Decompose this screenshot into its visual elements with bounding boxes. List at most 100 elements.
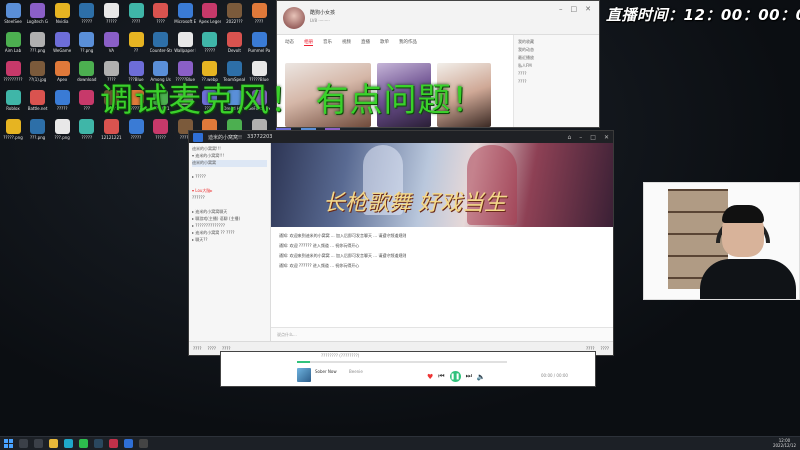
channel-item[interactable]: ▾ 迪米的小窝窝!!! [192, 153, 267, 160]
side-menu-item[interactable]: 我的动态 [518, 47, 595, 55]
channel-item[interactable]: ▸ ????? [192, 174, 267, 181]
music-tab[interactable]: 相册 [304, 39, 313, 46]
desktop-icon[interactable]: ????? [51, 89, 73, 118]
desktop-icon[interactable]: Roblox [2, 89, 24, 118]
music-app-icon[interactable] [109, 439, 118, 448]
event-banner[interactable]: 长枪歌舞 好戏当生 [271, 143, 613, 227]
desktop-icon[interactable]: ???? [248, 2, 270, 31]
explorer-icon[interactable] [49, 439, 58, 448]
desktop-icon[interactable]: ???? [150, 2, 172, 31]
music-tab[interactable]: 我的作品 [399, 39, 417, 46]
desktop-icon[interactable]: ???.png [51, 118, 73, 147]
channel-item[interactable]: ▸ 迪米的小窝窝 ?? ???? [192, 230, 267, 237]
desktop-icon[interactable]: ????? [76, 2, 98, 31]
channel-item[interactable]: ?????? [192, 195, 267, 202]
search-icon[interactable] [19, 439, 28, 448]
voice-chat-window[interactable]: 迪米的小窝窝!! 33772203 ⌂ – □ ✕ 迪米的小窝窝!!! ▾ 迪米的… [188, 130, 614, 356]
desktop-icon[interactable]: 12121221 [100, 118, 122, 147]
desktop-icon[interactable]: VA [100, 31, 122, 60]
desktop-icon[interactable]: Wallpaper Engine [174, 31, 196, 60]
previous-icon[interactable]: ⏮ [438, 372, 444, 381]
desktop-icon[interactable]: ????? [199, 31, 221, 60]
desktop-icon[interactable]: Counter-Strike Global Off [150, 31, 172, 60]
home-icon[interactable]: ⌂ [567, 134, 571, 141]
desktop-icon[interactable]: ????? [100, 2, 122, 31]
desktop-icon[interactable]: SteelSee [2, 2, 24, 31]
taskview-icon[interactable] [34, 439, 43, 448]
desktop-icon[interactable]: Devolt [223, 31, 245, 60]
edge-icon[interactable] [64, 439, 73, 448]
channel-item[interactable]: 迪米的小窝窝!!! [192, 146, 267, 153]
toolbar-button[interactable]: ???? [208, 346, 217, 351]
side-menu-item[interactable]: 私人FM [518, 63, 595, 71]
volume-icon[interactable]: 🔈 [477, 373, 486, 381]
windows-start-icon[interactable] [4, 439, 13, 448]
desktop-icon[interactable]: ???.png [27, 31, 49, 60]
desktop-icon[interactable]: Apex Legends [199, 2, 221, 31]
desktop-icon[interactable]: ??? [76, 89, 98, 118]
next-icon[interactable]: ⏭ [466, 372, 472, 381]
channel-item[interactable] [192, 202, 267, 209]
side-menu-item[interactable]: 最近播放 [518, 55, 595, 63]
close-icon[interactable]: ✕ [585, 5, 591, 13]
desktop-icon[interactable]: Battle.net [27, 89, 49, 118]
minimize-icon[interactable]: – [559, 5, 563, 13]
desktop-icon[interactable]: download [76, 60, 98, 89]
desktop-icon[interactable]: ???? [125, 2, 147, 31]
system-clock[interactable]: 12:00 2022/12/12 [773, 438, 796, 449]
toolbar-button[interactable]: ???? [193, 346, 202, 351]
channel-item[interactable]: ▸ 聊天?? [192, 237, 267, 244]
play-pause-button[interactable]: ❚❚ [449, 371, 461, 382]
desktop-icon[interactable]: Logitech G Hub [27, 2, 49, 31]
desktop-icon[interactable]: ????? [150, 118, 172, 147]
channel-item[interactable]: ▾ Lou大脑▸ [192, 188, 267, 195]
channel-item[interactable]: ▸ 聊游戏(主播) 语聊 (主播) [192, 216, 267, 223]
music-tab[interactable]: 视频 [342, 39, 351, 46]
close-icon[interactable]: ✕ [604, 134, 609, 141]
steam-icon[interactable] [94, 439, 103, 448]
desktop-icon[interactable]: ???.png [27, 118, 49, 147]
desktop-icon[interactable]: ?????.png [2, 118, 24, 147]
desktop-icon[interactable]: Aim Lab [2, 31, 24, 60]
music-player-bar[interactable]: ???????? (????????) Sober Now Beenie ♥ ⏮… [220, 351, 596, 387]
toolbar-button[interactable]: ???? [601, 346, 610, 351]
music-tabs: 动态 相册 音乐 视频 直播 歌单 我的作品 [285, 39, 417, 46]
message-input[interactable]: 说点什么... [271, 327, 613, 341]
desktop-icon[interactable]: ????????? [2, 60, 24, 89]
desktop-icon[interactable]: ??.png [76, 31, 98, 60]
desktop-icon[interactable]: Microsoft Edge [174, 2, 196, 31]
desktop-icon[interactable]: ??(1).jpg [27, 60, 49, 89]
music-tab[interactable]: 音乐 [323, 39, 332, 46]
channel-item[interactable] [192, 167, 267, 174]
desktop-icon[interactable]: Pummel Party [248, 31, 270, 60]
desktop-icon[interactable]: WeGame [51, 31, 73, 60]
music-tab[interactable]: 直播 [361, 39, 370, 46]
wechat-icon[interactable] [79, 439, 88, 448]
album-art[interactable] [297, 368, 311, 382]
room-id: 33772203 [247, 134, 273, 140]
music-tab[interactable]: 动态 [285, 39, 294, 46]
avatar[interactable] [283, 7, 305, 29]
maximize-icon[interactable]: □ [571, 5, 578, 13]
desktop-icon[interactable]: ????? [76, 118, 98, 147]
progress-bar[interactable] [297, 361, 507, 363]
channel-item[interactable]: 迪米的小窝窝 [192, 160, 267, 167]
desktop-icon[interactable]: Apex [51, 60, 73, 89]
channel-item[interactable]: ▸ 迪米的小窝窝聊天 [192, 209, 267, 216]
side-menu-item[interactable]: ???? [518, 71, 595, 79]
desktop-icon[interactable]: 2022??? [223, 2, 245, 31]
desktop-icon[interactable]: Nvidia [51, 2, 73, 31]
music-tab[interactable]: 歌单 [380, 39, 389, 46]
channel-item[interactable] [192, 181, 267, 188]
side-menu-item[interactable]: 我的收藏 [518, 39, 595, 47]
chat-app-icon[interactable] [124, 439, 133, 448]
desktop-icon[interactable]: ????? [125, 118, 147, 147]
desktop-icon-label: Devolt [227, 48, 241, 53]
heart-icon[interactable]: ♥ [427, 373, 433, 381]
obs-icon[interactable] [139, 439, 148, 448]
side-menu-item[interactable]: ???? [518, 79, 595, 87]
minimize-icon[interactable]: – [579, 134, 582, 141]
channel-item[interactable]: ▸ ?????????????? [192, 223, 267, 230]
maximize-icon[interactable]: □ [590, 134, 596, 141]
desktop-icon[interactable]: ?? [125, 31, 147, 60]
